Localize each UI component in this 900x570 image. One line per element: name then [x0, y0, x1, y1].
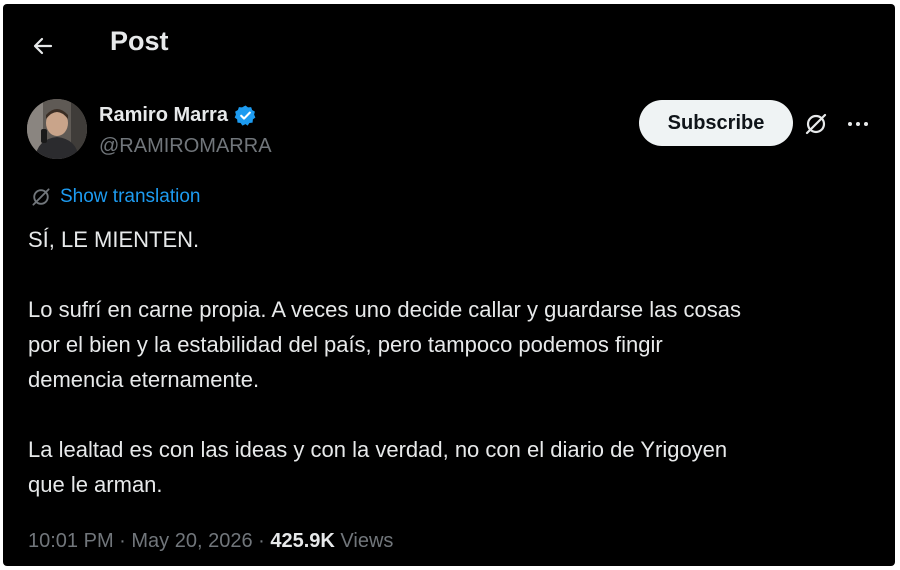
- more-button[interactable]: [841, 108, 875, 140]
- author-name-text: Ramiro Marra: [99, 104, 228, 126]
- post-text: SÍ, LE MIENTEN. Lo sufrí en carne propia…: [28, 227, 741, 497]
- grok-icon: [805, 113, 827, 135]
- page-title: Post: [110, 26, 169, 56]
- views-count: 425.9K: [270, 530, 335, 552]
- views-label: Views: [334, 530, 394, 552]
- back-button[interactable]: [25, 28, 61, 64]
- meta-separator: ·: [113, 530, 132, 552]
- grok-button[interactable]: [800, 108, 832, 140]
- post-time[interactable]: 10:01 PM: [28, 530, 114, 553]
- post-meta: 10:01 PM · May 20, 2026 · 425.9K Views: [28, 530, 393, 553]
- post-date[interactable]: May 20, 2026: [131, 530, 252, 553]
- more-icon: [848, 122, 868, 126]
- show-translation-label: Show translation: [60, 186, 201, 207]
- top-bar: Post: [3, 4, 895, 84]
- verified-badge-icon: [234, 104, 257, 127]
- meta-separator: ·: [252, 530, 271, 552]
- post-view: Post Ramiro Marra @RAMIROMARRA Subscribe: [3, 4, 895, 566]
- avatar[interactable]: [27, 99, 87, 159]
- back-arrow-icon: [33, 37, 53, 55]
- author-handle[interactable]: @RAMIROMARRA: [99, 135, 272, 158]
- subscribe-button[interactable]: Subscribe: [639, 100, 793, 146]
- translate-icon: [32, 188, 50, 206]
- show-translation-link[interactable]: Show translation: [30, 186, 200, 208]
- author-name[interactable]: Ramiro Marra: [99, 104, 257, 127]
